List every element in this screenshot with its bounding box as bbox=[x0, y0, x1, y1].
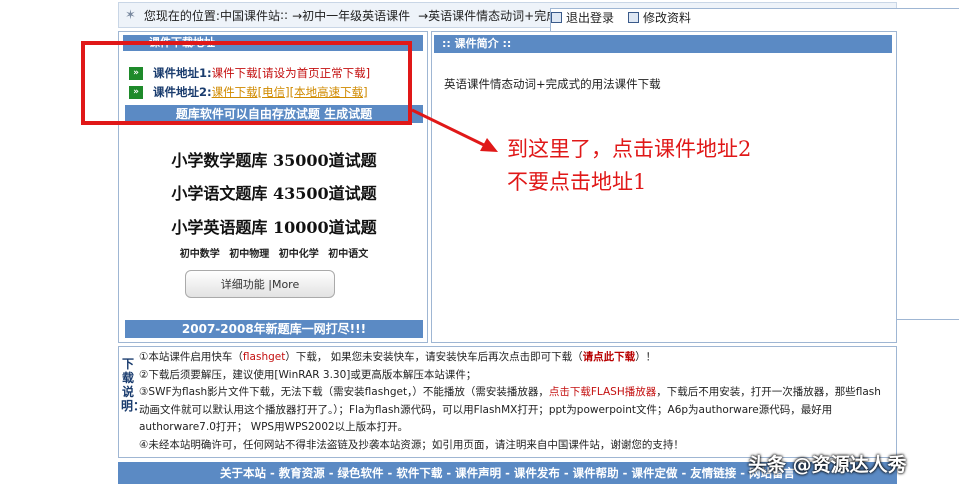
note-1-a: ①本站课件启用快车（ bbox=[139, 351, 243, 363]
note-3: ③SWF为flash影片文件下载，无法下载（需安装flashget，）不能播放（… bbox=[139, 384, 891, 437]
note-1-flashget: flashget bbox=[242, 351, 286, 363]
annotation-text-1: 到这里了，点击课件地址2 bbox=[507, 137, 752, 161]
note-1-c: ）下载， 如果您未安装快车，请安装快车后再次点击即可下载（ bbox=[285, 351, 583, 363]
annotation-text-2: 不要点击地址1 bbox=[507, 170, 647, 194]
note-1: ①本站课件启用快车（flashget）下载， 如果您未安装快车，请安装快车后再次… bbox=[139, 349, 891, 367]
download-notes: 下载说明： ①本站课件启用快车（flashget）下载， 如果您未安装快车，请安… bbox=[118, 346, 897, 458]
note-1-e: ）！ bbox=[635, 351, 657, 363]
watermark: 头条 @资源达人秀 bbox=[748, 454, 907, 476]
note-2: ②下载后须要解压，建议使用[WinRAR 3.30]或更高版本解压本站课件； bbox=[139, 368, 477, 381]
note-3-player-link[interactable]: 点击下载FLASH播放器 bbox=[549, 386, 656, 398]
note-1-download-link[interactable]: 请点此下载 bbox=[583, 351, 636, 363]
notes-label: 下载说明： bbox=[121, 357, 146, 413]
note-3-a: ③SWF为flash影片文件下载，无法下载（需安装flashget，）不能播放（… bbox=[139, 386, 549, 398]
